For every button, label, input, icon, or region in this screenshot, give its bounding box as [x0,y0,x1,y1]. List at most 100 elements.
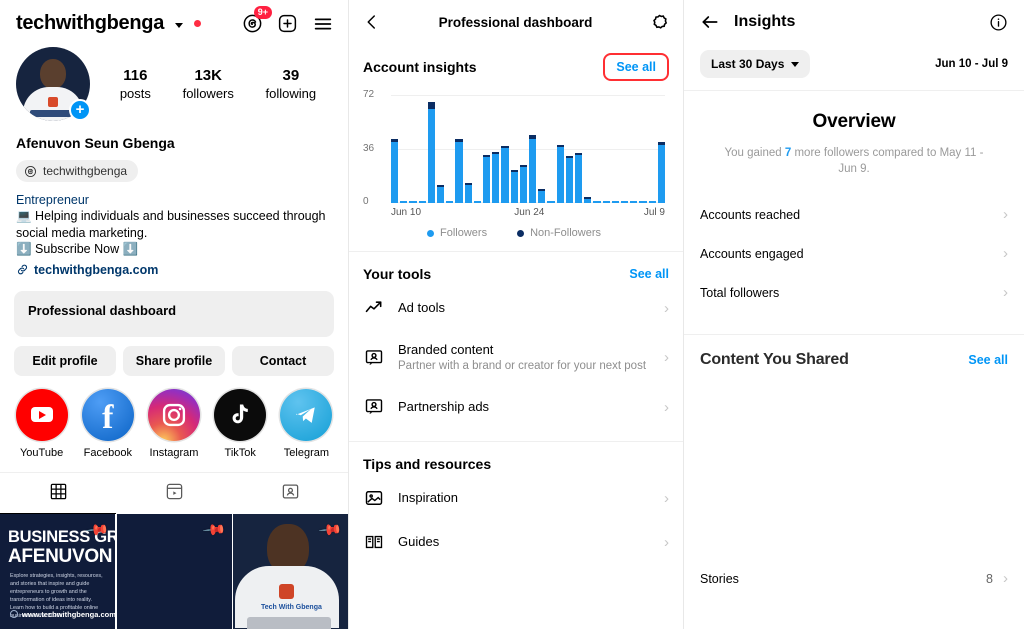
stat-followers-label: followers [182,86,234,101]
stories-label: Stories [700,571,739,586]
trend-up-icon [363,298,385,318]
chart-bars [391,95,666,203]
contact-button[interactable]: Contact [232,345,334,376]
date-filter-dropdown[interactable]: Last 30 Days [700,50,811,78]
chart-bar [575,153,583,203]
overview-label-accounts-engaged: Accounts engaged [700,246,804,261]
chart-bar [510,169,518,203]
back-chevron-icon[interactable] [363,13,381,31]
insights-panel: Insights Last 30 Days Jun 10 - Jul 9 Ove… [683,0,1024,629]
social-label-instagram: Instagram [149,446,199,459]
tool-sub-branded-content: Partner with a brand or creator for your… [398,360,647,372]
legend-dot-followers-icon [427,229,434,237]
overview-label-total-followers: Total followers [700,285,780,300]
tool-text-branded-content: Branded content Partner with a brand or … [398,341,651,374]
edit-profile-button[interactable]: Edit profile [14,345,116,376]
overview-label-accounts-reached: Accounts reached [700,207,801,222]
content-you-shared-see-all-link[interactable]: See all [968,353,1008,367]
your-tools-see-all-link[interactable]: See all [629,267,669,281]
overview-row-accounts-engaged[interactable]: Accounts engaged › [684,234,1024,273]
tool-text-partnership-ads: Partnership ads [398,398,651,416]
grid-post-2[interactable]: 📌 [116,513,232,629]
tips-text-guides: Guides [398,533,651,551]
tool-text-ad-tools: Ad tools [398,299,651,317]
stat-following[interactable]: 39 following [266,66,317,102]
chart-x-axis: Jun 10 Jun 24 Jul 9 [391,203,665,221]
profile-tabs [0,471,348,514]
grid-tab[interactable] [0,473,116,514]
social-link-telegram[interactable]: Telegram [275,388,338,459]
chart-bar [565,156,574,203]
profile-full-name: Afenuvon Seun Gbenga [16,135,175,151]
overview-row-accounts-reached[interactable]: Accounts reached › [684,195,1024,234]
x-tick-mid: Jun 24 [514,207,545,218]
your-tools-title: Your tools [363,265,432,282]
chart-bar [483,154,491,203]
grid-post-1[interactable]: BUSINESS GROWTH WITH AFENUVON GBENGA Exp… [0,513,115,629]
reels-tab[interactable] [116,473,232,514]
youtube-icon [15,388,68,441]
chart-bar-segment-followers [391,142,399,203]
grid-icon [50,483,66,499]
add-story-button[interactable]: + [69,99,91,121]
tool-title-ad-tools: Ad tools [398,300,445,315]
overview-row-total-followers[interactable]: Total followers › [684,273,1024,312]
divider [684,90,1024,91]
guides-book-icon [363,532,385,552]
chart-bar-segment-followers [529,139,537,203]
chart-bar [464,183,472,203]
chart-bar-segment-followers [575,155,583,203]
account-insights-see-all-link[interactable]: See all [616,60,656,74]
grid-post-3[interactable]: Tech With Gbenga 📌 [233,513,348,629]
reels-icon [166,483,182,499]
tips-resources-header: Tips and resources [349,442,683,476]
tool-row-ad-tools[interactable]: Ad tools › [349,286,683,330]
bio-line-3: ⬇️ Subscribe Now ⬇️ [16,242,139,256]
stat-posts-label: posts [119,86,151,101]
profile-stats-section: + 116 posts 13K followers 39 following [0,41,348,121]
share-profile-button[interactable]: Share profile [123,345,225,376]
hamburger-menu-icon[interactable] [312,13,334,35]
tool-row-branded-content[interactable]: Branded content Partner with a brand or … [349,330,683,385]
profile-link[interactable]: techwithgbenga.com [0,258,348,277]
tool-row-partnership-ads[interactable]: Partnership ads › [349,385,683,429]
chart-bar-segment-followers [556,146,564,203]
chevron-down-icon[interactable] [175,22,184,28]
social-link-instagram[interactable]: Instagram [142,388,205,459]
telegram-icon [280,388,333,441]
chevron-right-icon: › [1003,206,1008,223]
y-tick-72: 72 [363,89,375,100]
chart-bar-segment-non-followers [427,101,436,110]
stat-posts-value: 116 [123,67,148,84]
tagged-tab[interactable] [232,473,348,514]
chevron-right-icon: › [664,349,669,366]
professional-dashboard-button[interactable]: Professional dashboard [14,290,334,337]
info-circle-icon[interactable] [989,13,1008,32]
username-label[interactable]: techwithgbenga [16,12,164,35]
social-link-tiktok[interactable]: TikTok [209,388,272,459]
settings-gear-icon[interactable] [650,13,669,32]
post-photo-laptop [247,616,331,629]
plus-box-icon[interactable] [277,13,298,34]
threads-handle-chip[interactable]: techwithgbenga [16,160,139,182]
chart-bar-segment-followers [427,109,436,203]
chart-bar [501,146,509,203]
threads-icon[interactable]: 9+ [242,6,272,34]
chart-bar [391,139,399,203]
stat-followers[interactable]: 13K followers [183,66,234,102]
link-icon [17,264,28,275]
chart-bar-segment-followers [501,148,509,203]
insights-title: Insights [734,13,796,30]
banner-url: www.techwithgbenga.com [10,610,115,619]
profile-panel: techwithgbenga 9+ + 116 posts 13K follow… [0,0,348,629]
tips-row-guides[interactable]: Guides › [349,520,683,564]
social-link-facebook[interactable]: f Facebook [76,388,139,459]
social-link-youtube[interactable]: YouTube [10,388,73,459]
stat-posts[interactable]: 116 posts [120,66,151,102]
chevron-right-icon: › [664,489,669,507]
instagram-icon [148,388,200,441]
back-arrow-icon[interactable] [700,12,720,32]
avatar[interactable]: + [16,47,91,121]
content-row-stories[interactable]: Stories 8 › [684,559,1024,598]
tips-row-inspiration[interactable]: Inspiration › [349,476,683,520]
